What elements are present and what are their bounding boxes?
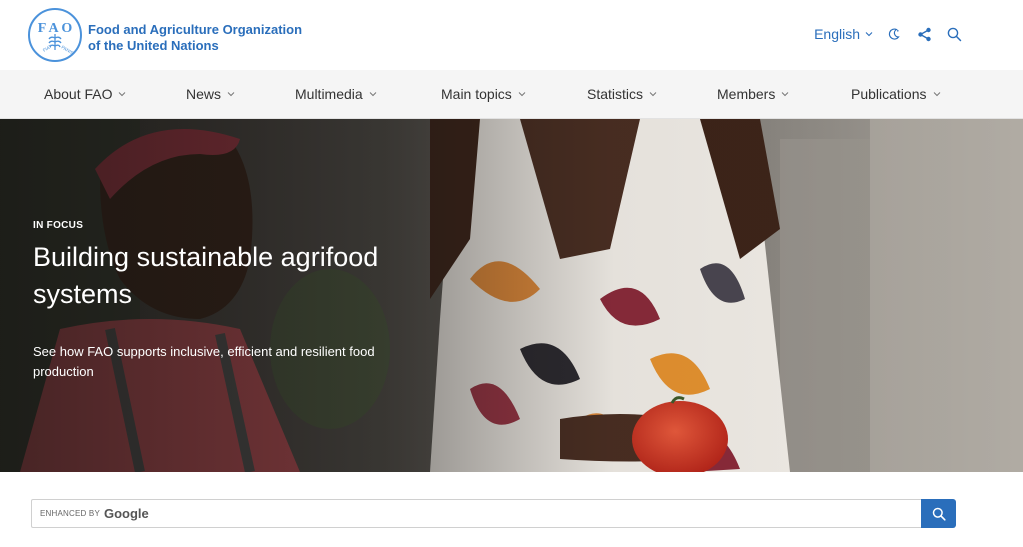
nav-item-about-fao[interactable]: About FAO [44, 86, 126, 102]
nav-label: Statistics [587, 86, 644, 102]
dark-mode-toggle[interactable] [885, 25, 903, 43]
nav-item-news[interactable]: News [186, 86, 235, 102]
search-icon [947, 27, 961, 41]
site-header: F A O FIAT PANIS Food and Agriculture Or… [0, 0, 1023, 70]
hero-banner[interactable]: IN FOCUS Building sustainable agrifood s… [0, 119, 1023, 472]
language-selector[interactable]: English [814, 26, 873, 42]
fao-emblem-icon: F A O FIAT PANIS [38, 21, 75, 56]
nav-label: Multimedia [295, 86, 363, 102]
hero-eyebrow: IN FOCUS [33, 220, 84, 231]
hero-subtitle: See how FAO supports inclusive, efficien… [33, 344, 375, 379]
nav-item-main-topics[interactable]: Main topics [441, 86, 526, 102]
enhanced-by-label: ENHANCED BY [40, 509, 100, 518]
nav-label: Publications [851, 86, 927, 102]
hero-title[interactable]: Building sustainable agrifood systems [33, 239, 413, 313]
nav-label: About FAO [44, 86, 113, 102]
chevron-down-icon [782, 92, 789, 97]
chevron-down-icon [369, 92, 377, 97]
utility-bar: English [814, 24, 963, 44]
svg-text:F A O: F A O [38, 21, 73, 36]
search-button[interactable] [921, 499, 956, 528]
search-input[interactable]: ENHANCED BY Google [31, 499, 921, 528]
fao-logo[interactable]: F A O FIAT PANIS [28, 8, 82, 62]
chevron-down-icon [518, 92, 526, 97]
nav-label: News [186, 86, 222, 102]
nav-item-members[interactable]: Members [717, 86, 789, 102]
chevron-down-icon [119, 92, 126, 97]
share-icon [917, 27, 931, 41]
google-label: Google [104, 506, 149, 521]
nav-label: Main topics [441, 86, 512, 102]
share-button[interactable] [915, 25, 933, 43]
search-icon [932, 507, 946, 521]
chevron-down-icon [865, 32, 873, 37]
dark-mode-icon [888, 28, 900, 40]
chevron-down-icon [933, 92, 940, 97]
org-name-line1: Food and Agriculture Organization [88, 22, 303, 37]
nav-item-publications[interactable]: Publications [851, 86, 941, 102]
chevron-down-icon [649, 92, 657, 97]
main-navigation: About FAO News Multimedia Main topics St… [0, 70, 1023, 119]
nav-item-multimedia[interactable]: Multimedia [295, 86, 377, 102]
organization-name[interactable]: Food and Agriculture Organization of the… [88, 22, 302, 54]
site-search: ENHANCED BY Google [31, 499, 956, 528]
svg-text:PANIS: PANIS [61, 45, 75, 56]
chevron-down-icon [227, 92, 235, 97]
nav-item-statistics[interactable]: Statistics [587, 86, 657, 102]
header-search-button[interactable] [945, 25, 963, 43]
language-label: English [814, 26, 860, 42]
nav-label: Members [717, 86, 776, 102]
org-name-line2: of the United Nations [88, 38, 219, 53]
